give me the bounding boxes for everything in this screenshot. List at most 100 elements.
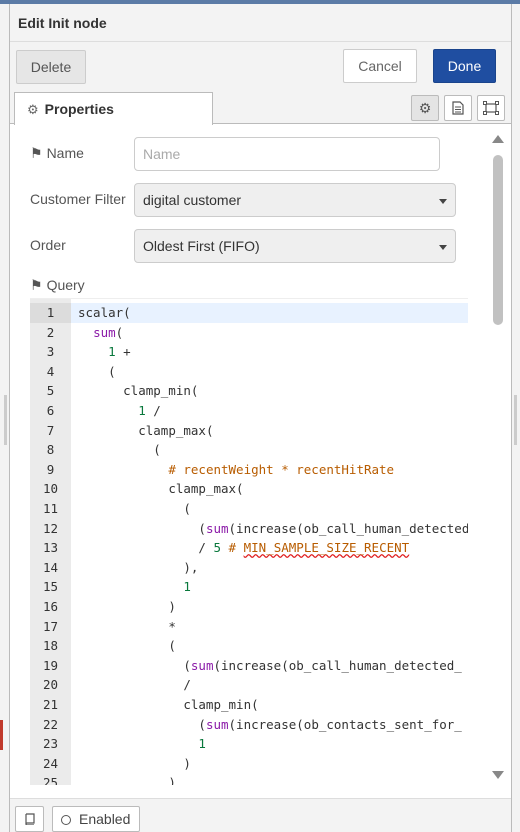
tag-icon: ⚑: [30, 145, 43, 161]
code-line[interactable]: 24 ): [30, 754, 468, 774]
code-line[interactable]: 8 (: [30, 440, 468, 460]
code-token: ): [168, 775, 176, 785]
line-number: 16: [42, 599, 59, 614]
caret-down-icon: [439, 245, 447, 250]
node-help-button[interactable]: [15, 806, 44, 832]
tab-properties[interactable]: ⚙ Properties: [14, 92, 213, 125]
tab-description-icon[interactable]: [444, 95, 472, 121]
code-token: (: [115, 324, 124, 340]
code-text: 1 +: [71, 342, 468, 362]
code-line[interactable]: 11 (: [30, 499, 468, 519]
customer-filter-value: digital customer: [143, 192, 242, 208]
code-text: (: [71, 499, 468, 519]
background-node-edge: [0, 720, 3, 750]
code-token: +: [115, 344, 131, 360]
line-number: 7: [46, 422, 55, 438]
code-token: (: [168, 638, 176, 654]
toggle-circle-icon: [61, 815, 71, 825]
code-token: /: [183, 677, 191, 693]
cancel-button[interactable]: Cancel: [343, 49, 417, 83]
code-line[interactable]: 10 clamp_max(: [30, 479, 468, 499]
code-line[interactable]: 1 scalar(: [30, 303, 468, 323]
code-token: 1: [198, 736, 206, 752]
line-number: 10: [42, 481, 59, 497]
line-number: 11: [42, 501, 59, 516]
code-text: / 5 # MIN_SAMPLE_SIZE_RECENT: [71, 538, 468, 558]
query-code-editor[interactable]: 1 scalar(2 sum(3 1 +4 (5 clamp_min(6 1 /7…: [30, 298, 468, 785]
done-button[interactable]: Done: [433, 49, 496, 83]
code-line[interactable]: 2 sum(: [30, 323, 468, 343]
code-line[interactable]: 25 ): [30, 773, 468, 785]
right-resize-handle[interactable]: [514, 395, 517, 445]
code-line[interactable]: 22 (sum(increase(ob_contacts_sent_for_: [30, 715, 468, 735]
code-line[interactable]: 20 /: [30, 675, 468, 695]
code-token: clamp_max(: [168, 481, 244, 497]
line-number: 6: [46, 403, 55, 418]
code-line[interactable]: 23 1: [30, 734, 468, 754]
line-number: 25: [42, 775, 59, 785]
tray-title: Edit Init node: [10, 4, 511, 42]
code-text: # recentWeight * recentHitRate: [71, 460, 468, 480]
code-token: (: [108, 363, 116, 379]
code-text: 1: [71, 734, 468, 754]
code-line[interactable]: 16 ): [30, 597, 468, 617]
scroll-up-arrow-icon[interactable]: [492, 135, 504, 143]
order-label: Order: [30, 237, 66, 253]
code-text: (: [71, 440, 468, 460]
code-text: ): [71, 773, 468, 785]
name-input[interactable]: Name: [134, 137, 440, 171]
code-text: clamp_max(: [71, 421, 468, 441]
code-text: clamp_min(: [71, 695, 468, 715]
code-line[interactable]: 12 (sum(increase(ob_call_human_detected_: [30, 519, 468, 539]
code-text: sum(: [71, 323, 468, 343]
code-token: *: [168, 618, 176, 634]
code-line[interactable]: 14 ),: [30, 558, 468, 578]
document-icon: [452, 101, 464, 115]
tab-appearance-icon[interactable]: [477, 95, 505, 121]
left-resize-handle[interactable]: [4, 395, 7, 445]
code-token: (: [183, 657, 191, 673]
tab-settings-gear-icon[interactable]: ⚙: [411, 95, 439, 121]
scroll-down-arrow-icon[interactable]: [492, 771, 504, 779]
code-token: (: [198, 716, 206, 732]
book-icon: [24, 813, 35, 825]
tray-tabs: ⚙ Properties ⚙: [10, 92, 511, 125]
code-text: scalar(: [71, 303, 468, 323]
line-number: 1: [30, 303, 71, 323]
code-line[interactable]: 19 (sum(increase(ob_call_human_detected_: [30, 656, 468, 676]
line-number: 17: [42, 618, 59, 634]
code-line[interactable]: 7 clamp_max(: [30, 421, 468, 441]
code-line[interactable]: 9 # recentWeight * recentHitRate: [30, 460, 468, 480]
line-number: 22: [42, 716, 59, 732]
code-text: 1: [71, 577, 468, 597]
code-line[interactable]: 6 1 /: [30, 401, 468, 421]
code-token: sum: [205, 716, 229, 732]
tray-footer: Enabled: [10, 798, 511, 832]
code-line[interactable]: 15 1: [30, 577, 468, 597]
code-line[interactable]: 5 clamp_min(: [30, 381, 468, 401]
code-text: 1 /: [71, 401, 468, 421]
code-line[interactable]: 17 *: [30, 617, 468, 637]
code-line[interactable]: 13 / 5 # MIN_SAMPLE_SIZE_RECENT: [30, 538, 468, 558]
code-line[interactable]: 18 (: [30, 636, 468, 656]
line-number: 13: [42, 540, 59, 556]
delete-button[interactable]: Delete: [16, 50, 86, 84]
enabled-toggle[interactable]: Enabled: [52, 806, 140, 832]
line-number: 3: [46, 344, 55, 360]
line-number: 12: [42, 520, 59, 536]
code-line[interactable]: 21 clamp_min(: [30, 695, 468, 715]
code-line[interactable]: 4 (: [30, 362, 468, 382]
code-text: (sum(increase(ob_call_human_detected_: [71, 519, 468, 539]
code-token: (increase(ob_call_human_detected_: [213, 657, 462, 673]
gear-icon: ⚙: [27, 102, 39, 117]
code-line[interactable]: 3 1 +: [30, 342, 468, 362]
code-text: *: [71, 617, 468, 637]
code-token: sum: [205, 520, 229, 536]
code-text: ): [71, 754, 468, 774]
scrollbar-thumb[interactable]: [493, 155, 503, 325]
vertical-scrollbar[interactable]: [490, 125, 506, 798]
customer-filter-select[interactable]: digital customer: [134, 183, 456, 217]
code-token: 5: [213, 540, 222, 556]
order-select[interactable]: Oldest First (FIFO): [134, 229, 456, 263]
